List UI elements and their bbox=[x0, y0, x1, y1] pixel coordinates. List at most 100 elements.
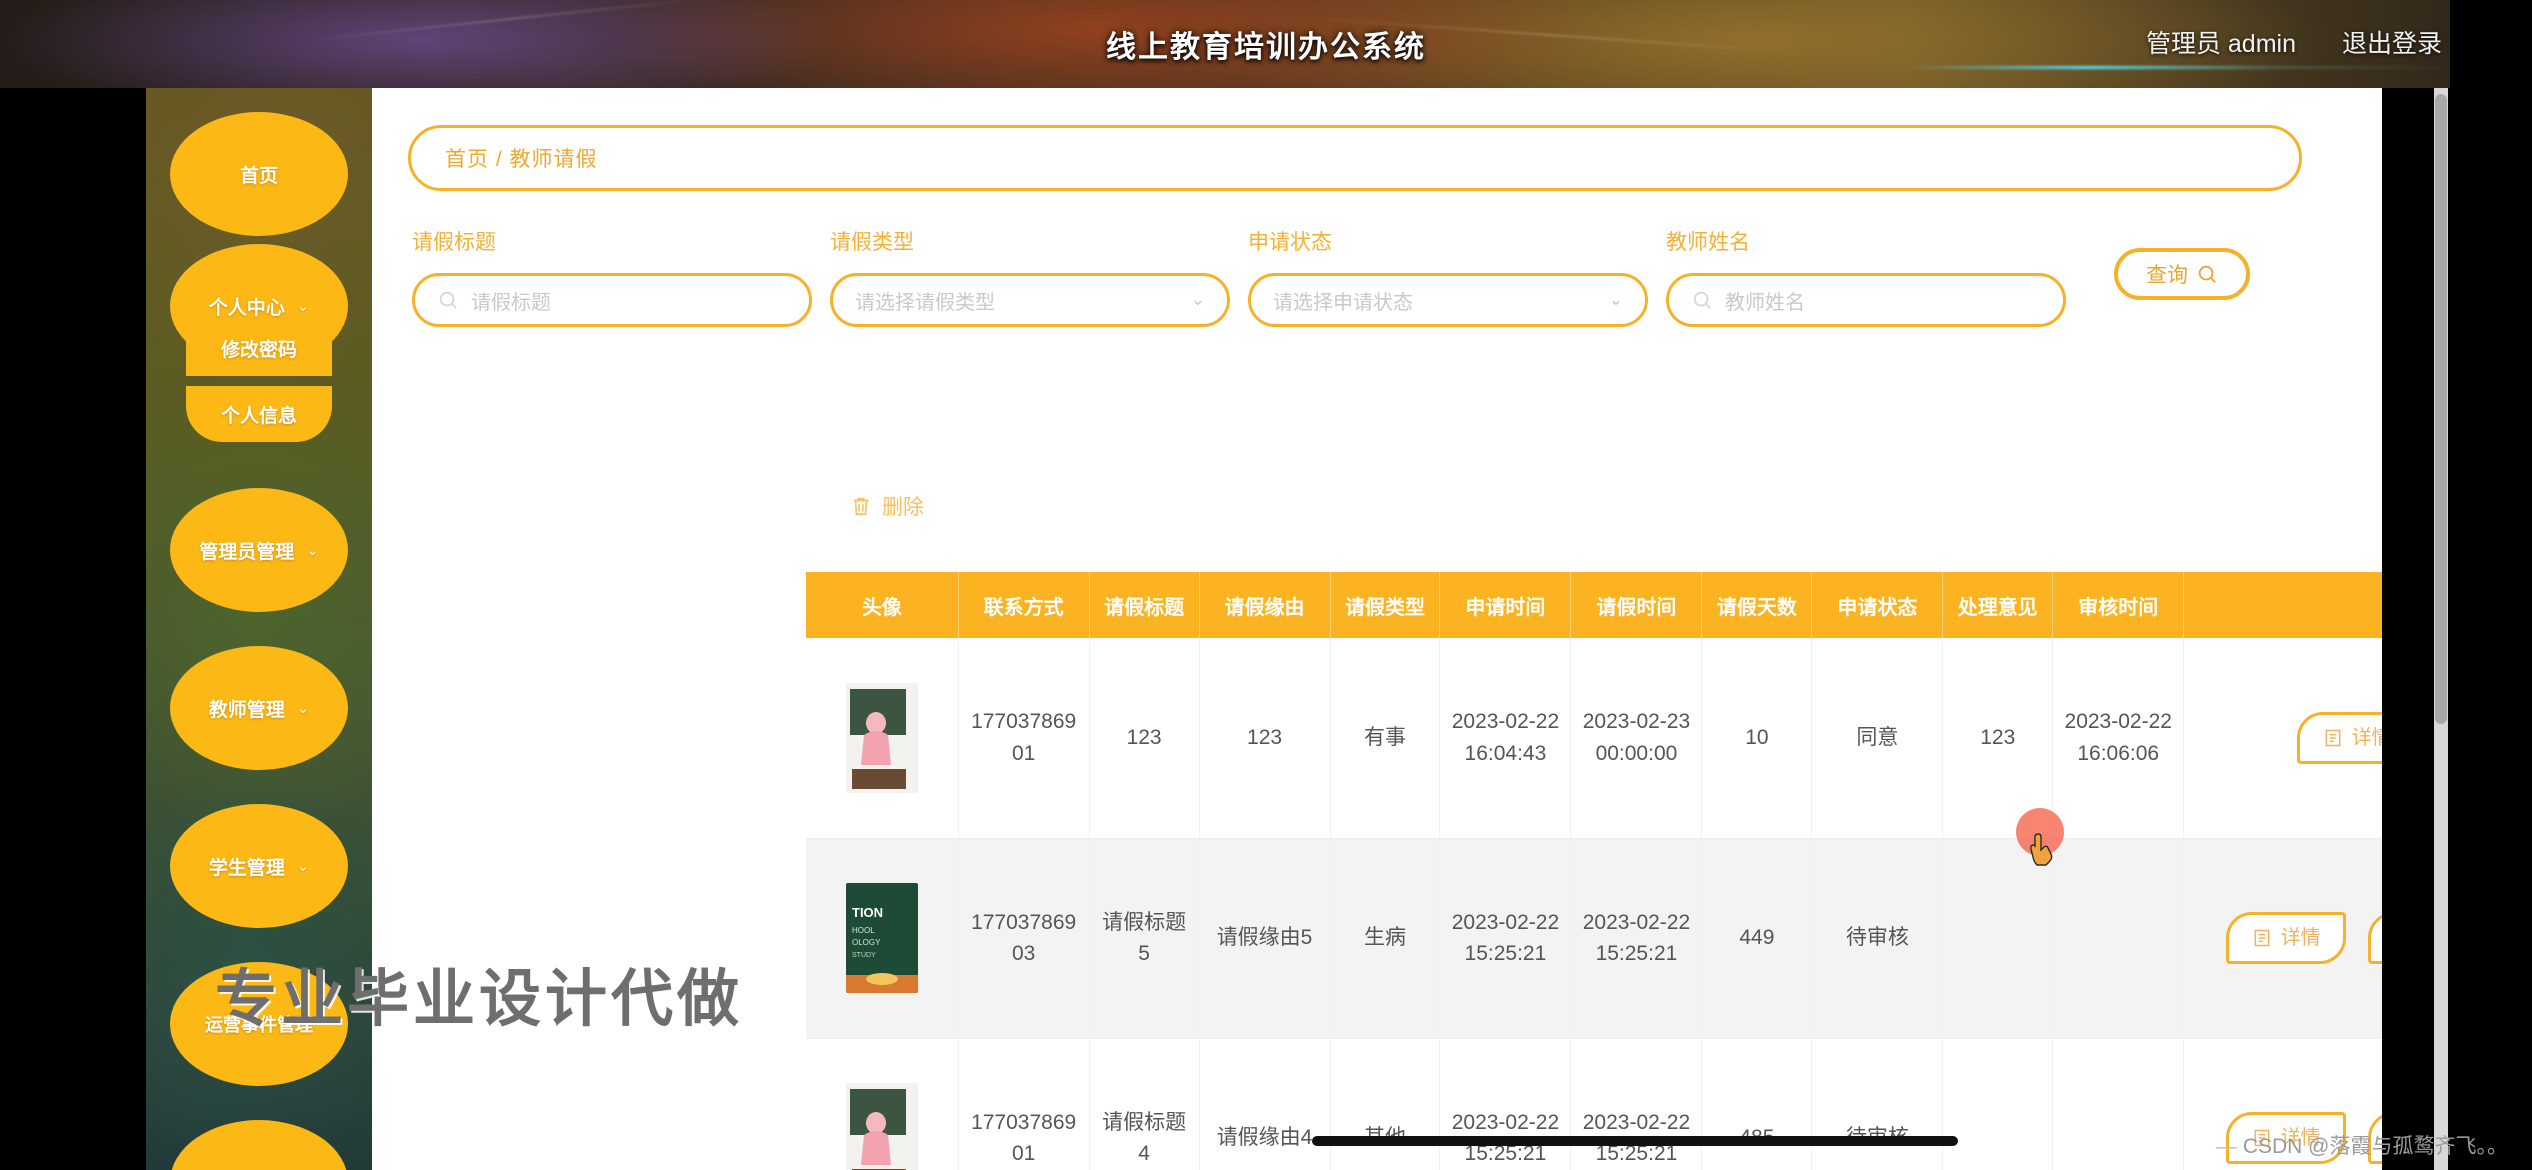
chevron-down-icon: ⌄ bbox=[296, 858, 310, 875]
horizontal-scrollbar[interactable] bbox=[806, 1134, 2532, 1148]
col-review-time: 审核时间 bbox=[2052, 572, 2185, 638]
chevron-down-icon: ⌄ bbox=[1190, 290, 1205, 309]
detail-button-label: 详情 bbox=[2280, 927, 2321, 949]
sidebar-item-personal-info[interactable]: 个人信息 bbox=[186, 386, 332, 442]
avatar bbox=[845, 682, 918, 793]
sidebar-item-label: 个人信息 bbox=[220, 405, 297, 427]
query-button[interactable]: 查询 bbox=[2114, 248, 2250, 300]
content-right-gutter bbox=[2382, 88, 2532, 1170]
top-header-bar: 线上教育培训办公系统 管理员 admin 退出登录 bbox=[0, 0, 2532, 88]
sidebar-item-label: 学生管理 bbox=[208, 857, 285, 879]
sidebar: 首页 个人中心 ⌄ 修改密码 个人信息 管理员管理 ⌄ 教师管理 ⌄ 学生管理 … bbox=[146, 88, 372, 1170]
col-avatar: 头像 bbox=[806, 572, 959, 638]
vertical-scrollbar[interactable] bbox=[2434, 88, 2448, 1170]
detail-button[interactable]: 详情 bbox=[2226, 912, 2347, 964]
cell-leave-time: 2023-02-23 00:00:00 bbox=[1570, 638, 1703, 839]
bulk-delete-button[interactable]: 删除 bbox=[850, 491, 924, 521]
avatar: TION HOOL OLOGY STUDY bbox=[845, 883, 918, 993]
chevron-down-icon: ⌄ bbox=[306, 542, 319, 559]
header-user-area: 管理员 admin 退出登录 bbox=[2146, 24, 2442, 60]
sidebar-item-home[interactable]: 首页 bbox=[170, 112, 348, 236]
cell-leave-days: 10 bbox=[1701, 638, 1813, 839]
cell-contact: 17703786901 bbox=[958, 1038, 1090, 1170]
col-leave-title: 请假标题 bbox=[1089, 572, 1200, 638]
bulk-delete-label: 删除 bbox=[882, 496, 924, 519]
avatar bbox=[845, 1083, 918, 1170]
leave-type-select[interactable]: 请选择请假类型 ⌄ bbox=[830, 273, 1230, 327]
svg-text:OLOGY: OLOGY bbox=[852, 938, 881, 947]
cell-leave-type: 生病 bbox=[1330, 838, 1441, 1039]
cell-leave-title: 123 bbox=[1089, 638, 1200, 839]
leave-table: 头像 联系方式 请假标题 请假缘由 请假类型 申请时间 请假时间 请假天数 申请… bbox=[806, 572, 2532, 1170]
table-header-row: 头像 联系方式 请假标题 请假缘由 请假类型 申请时间 请假时间 请假天数 申请… bbox=[806, 572, 2532, 638]
table-row: 17703786901 请假标题4 请假缘由4 其他 2023-02-22 15… bbox=[806, 1038, 2532, 1170]
cell-leave-reason: 请假缘由5 bbox=[1199, 838, 1331, 1039]
cell-review-time bbox=[2052, 1038, 2185, 1170]
header-cyan-streak bbox=[1900, 66, 2460, 69]
sidebar-item-change-password[interactable]: 修改密码 bbox=[186, 320, 332, 376]
sidebar-item-teacher-management[interactable]: 教师管理 ⌄ bbox=[170, 646, 348, 770]
col-leave-reason: 请假缘由 bbox=[1199, 572, 1331, 638]
filter-leave-type: 请假类型 请选择请假类型 ⌄ bbox=[830, 226, 1230, 327]
chevron-down-icon: ⌄ bbox=[1608, 290, 1623, 309]
trash-icon bbox=[853, 497, 869, 516]
sidebar-item-admin-management[interactable]: 管理员管理 ⌄ bbox=[170, 488, 348, 612]
leave-title-input[interactable]: 请假标题 bbox=[412, 273, 812, 327]
header-right-gutter bbox=[2450, 0, 2532, 88]
sidebar-item-label: 首页 bbox=[239, 165, 278, 187]
sidebar-item-label: 教师管理 bbox=[208, 699, 285, 721]
cell-leave-days: 485 bbox=[1701, 1038, 1813, 1170]
vertical-scrollbar-thumb[interactable] bbox=[2435, 94, 2447, 724]
table-body: 17703786901 123 123 有事 2023-02-22 16:04:… bbox=[806, 638, 2532, 1170]
sidebar-item-extra[interactable] bbox=[170, 1120, 348, 1170]
filter-bar: 请假标题 请假标题 请假类型 请选择请假类型 ⌄ 申请状态 请选择申请状态 ⌄ … bbox=[412, 226, 2312, 327]
cell-opinion: 123 bbox=[1942, 638, 2054, 839]
filter-label: 申请状态 bbox=[1248, 231, 1332, 254]
filter-label: 请假标题 bbox=[412, 231, 496, 254]
svg-text:TION: TION bbox=[852, 905, 883, 920]
cell-opinion bbox=[1942, 838, 2054, 1039]
leave-type-placeholder: 请选择请假类型 bbox=[855, 291, 995, 314]
col-leave-days: 请假天数 bbox=[1701, 572, 1813, 638]
filter-label: 教师姓名 bbox=[1666, 231, 1750, 254]
breadcrumb: 首页 / 教师请假 bbox=[408, 125, 2302, 191]
main-content: 首页 / 教师请假 请假标题 请假标题 请假类型 请选择请假类型 ⌄ 申请状态 … bbox=[372, 88, 2532, 1170]
leave-table-container: 头像 联系方式 请假标题 请假缘由 请假类型 申请时间 请假时间 请假天数 申请… bbox=[806, 572, 2532, 1170]
filter-label: 请假类型 bbox=[830, 231, 914, 254]
document-icon bbox=[2325, 729, 2341, 746]
apply-status-placeholder: 请选择申请状态 bbox=[1273, 291, 1413, 314]
svg-text:STUDY: STUDY bbox=[852, 952, 876, 959]
sidebar-item-student-management[interactable]: 学生管理 ⌄ bbox=[170, 804, 348, 928]
apply-status-select[interactable]: 请选择申请状态 ⌄ bbox=[1248, 273, 1648, 327]
teacher-name-input[interactable]: 教师姓名 bbox=[1666, 273, 2066, 327]
left-black-gutter bbox=[0, 0, 146, 1170]
teacher-name-placeholder: 教师姓名 bbox=[1725, 291, 1805, 314]
filter-apply-status: 申请状态 请选择申请状态 ⌄ bbox=[1248, 226, 1648, 327]
cell-avatar bbox=[806, 638, 959, 839]
breadcrumb-text[interactable]: 首页 / 教师请假 bbox=[445, 143, 598, 173]
chevron-down-icon: ⌄ bbox=[296, 298, 310, 315]
cell-contact: 17703786901 bbox=[958, 638, 1090, 839]
leave-title-placeholder: 请假标题 bbox=[471, 291, 551, 314]
cell-leave-type: 其他 bbox=[1330, 1038, 1441, 1170]
cell-leave-title: 请假标题4 bbox=[1089, 1038, 1200, 1170]
col-contact: 联系方式 bbox=[958, 572, 1090, 638]
cell-leave-days: 449 bbox=[1701, 838, 1813, 1039]
col-apply-status: 申请状态 bbox=[1811, 572, 1944, 638]
sidebar-item-operation-event-management[interactable]: 运营事件管理 bbox=[170, 962, 348, 1086]
logout-button[interactable]: 退出登录 bbox=[2342, 24, 2442, 60]
cell-leave-time: 2023-02-22 15:25:21 bbox=[1570, 1038, 1703, 1170]
table-row: 17703786901 123 123 有事 2023-02-22 16:04:… bbox=[806, 638, 2532, 839]
cell-leave-type: 有事 bbox=[1330, 638, 1441, 839]
col-leave-type: 请假类型 bbox=[1330, 572, 1441, 638]
cell-avatar bbox=[806, 1038, 959, 1170]
sidebar-item-label: 个人中心 bbox=[208, 297, 285, 319]
cell-apply-time: 2023-02-22 15:25:21 bbox=[1439, 838, 1572, 1039]
col-apply-time: 申请时间 bbox=[1439, 572, 1572, 638]
app-root: 线上教育培训办公系统 管理员 admin 退出登录 首页 个人中心 ⌄ 修改密码… bbox=[0, 0, 2532, 1170]
horizontal-scrollbar-thumb[interactable] bbox=[1312, 1136, 1958, 1146]
cell-leave-time: 2023-02-22 15:25:21 bbox=[1570, 838, 1703, 1039]
table-row: TION HOOL OLOGY STUDY 17703786903 请假标题5 … bbox=[806, 838, 2532, 1039]
cell-apply-time: 2023-02-22 16:04:43 bbox=[1439, 638, 1572, 839]
cell-avatar: TION HOOL OLOGY STUDY bbox=[806, 838, 959, 1039]
